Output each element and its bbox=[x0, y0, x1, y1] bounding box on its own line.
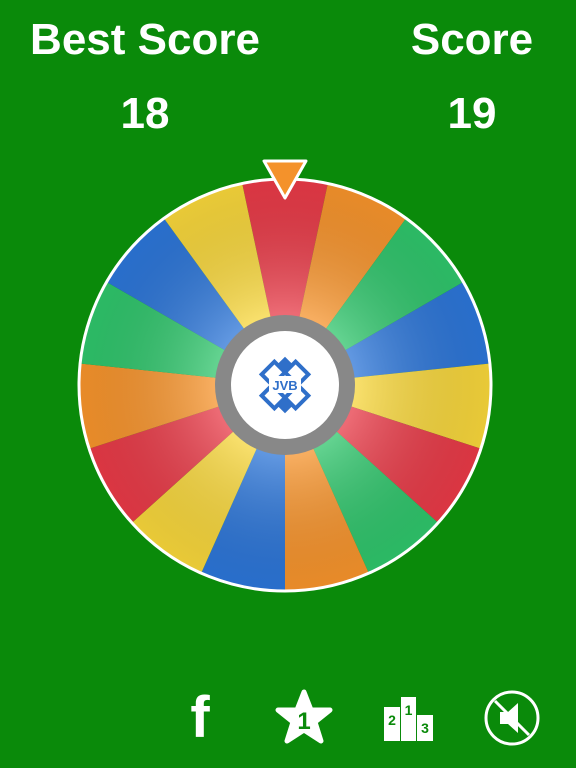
score-label: Score bbox=[410, 15, 534, 64]
logo-text: JVB bbox=[272, 378, 297, 393]
best-score-panel: Best Score 18 bbox=[10, 12, 280, 142]
leaderboard-podium-icon: 2 1 3 bbox=[384, 697, 433, 741]
podium-place-2: 2 bbox=[388, 712, 396, 728]
podium-place-3: 3 bbox=[421, 720, 429, 736]
rate-button[interactable]: 1 bbox=[274, 688, 334, 748]
best-score-value: 18 bbox=[120, 89, 170, 138]
facebook-button[interactable]: f bbox=[170, 688, 230, 748]
spin-wheel[interactable]: JVB bbox=[70, 150, 500, 600]
leaderboard-button[interactable]: 2 1 3 bbox=[378, 688, 438, 748]
facebook-icon: f bbox=[190, 685, 210, 750]
score-value: 19 bbox=[447, 89, 497, 138]
podium-place-1: 1 bbox=[405, 702, 413, 718]
sound-toggle-button[interactable] bbox=[482, 688, 542, 748]
star-number: 1 bbox=[297, 708, 310, 735]
sound-muted-icon bbox=[484, 690, 540, 746]
best-score-label: Best Score bbox=[30, 15, 260, 64]
star-icon: 1 bbox=[275, 689, 333, 744]
score-panel: Score 19 bbox=[392, 12, 552, 142]
